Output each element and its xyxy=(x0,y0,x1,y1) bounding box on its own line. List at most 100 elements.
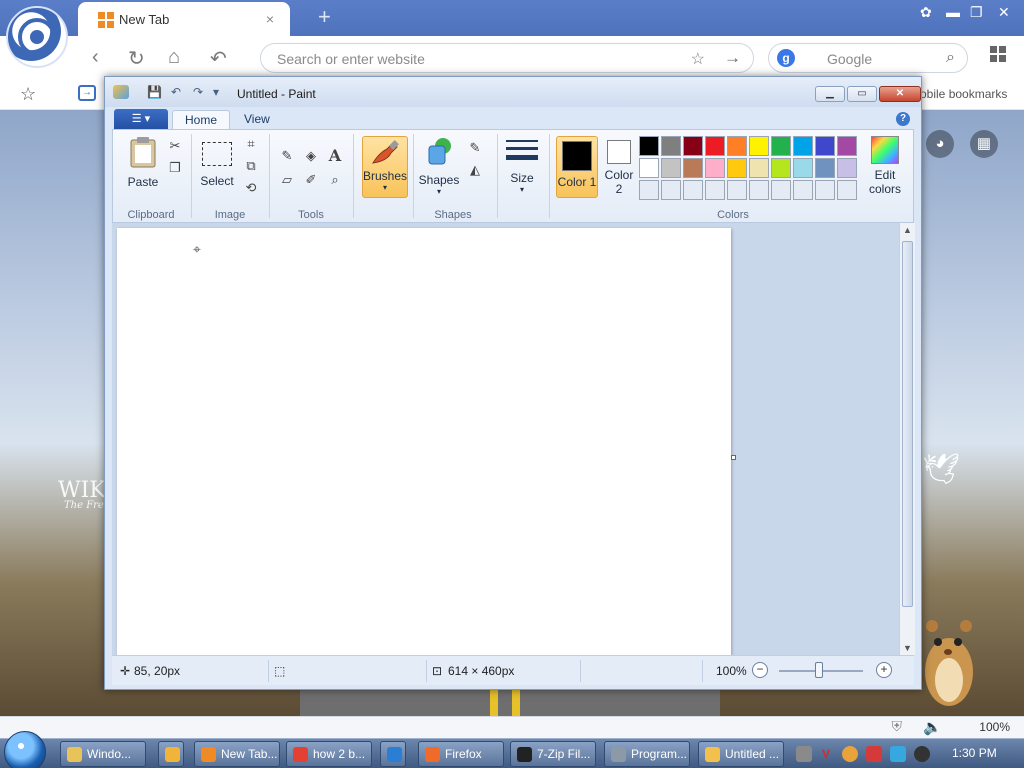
taskbar-item[interactable] xyxy=(380,741,406,767)
paint-menu-button[interactable]: ☰ ▾ xyxy=(114,109,168,129)
custom-color-slot[interactable] xyxy=(639,180,659,200)
back-icon[interactable]: ‹ xyxy=(92,46,99,69)
tab-home[interactable]: Home xyxy=(172,110,231,130)
browser-logo[interactable] xyxy=(6,6,68,68)
palette-icon[interactable]: ◕ xyxy=(926,130,954,158)
palette-swatch[interactable] xyxy=(683,158,703,178)
scroll-up-icon[interactable]: ▲ xyxy=(903,225,912,235)
resize-icon[interactable]: ⧉ xyxy=(241,156,261,176)
palette-swatch[interactable] xyxy=(683,136,703,156)
palette-swatch[interactable] xyxy=(837,158,857,178)
taskbar-item[interactable]: Program... xyxy=(604,741,690,767)
grid-menu-icon[interactable]: ▦ xyxy=(970,130,998,158)
taskbar-item[interactable]: how 2 b... xyxy=(286,741,372,767)
fill-shape-icon[interactable]: ◭ xyxy=(465,160,485,180)
palette-swatch[interactable] xyxy=(661,158,681,178)
redo-icon[interactable]: ↷ xyxy=(193,85,203,99)
twitter-icon[interactable]: 🕊 xyxy=(922,452,960,487)
custom-color-slot[interactable] xyxy=(771,180,791,200)
outline-icon[interactable]: ✎ xyxy=(465,138,485,158)
palette-swatch[interactable] xyxy=(793,158,813,178)
home-icon[interactable]: ⌂ xyxy=(168,46,180,69)
browser-skin-icon[interactable]: ✿ xyxy=(920,4,932,21)
color2-button[interactable]: Color 2 xyxy=(602,136,636,198)
custom-color-slot[interactable] xyxy=(683,180,703,200)
palette-swatch[interactable] xyxy=(705,158,725,178)
palette-swatch[interactable] xyxy=(749,136,769,156)
palette-swatch[interactable] xyxy=(837,136,857,156)
color-picker-icon[interactable]: ✐ xyxy=(301,170,321,190)
brushes-button[interactable]: Brushes ▾ xyxy=(362,136,408,198)
search-engine-box[interactable]: g Google ⌕ xyxy=(768,43,968,73)
custom-color-slot[interactable] xyxy=(793,180,813,200)
reload-icon[interactable]: ↻ xyxy=(128,46,145,71)
palette-swatch[interactable] xyxy=(639,136,659,156)
tab-new-tab[interactable]: New Tab × xyxy=(78,2,290,36)
browser-minimize-button[interactable]: ▬ xyxy=(946,4,960,20)
palette-swatch[interactable] xyxy=(749,158,769,178)
palette-swatch[interactable] xyxy=(771,136,791,156)
tray-flag-icon[interactable] xyxy=(866,746,882,762)
custom-color-slot[interactable] xyxy=(705,180,725,200)
new-tab-button[interactable]: + xyxy=(318,4,331,30)
tray-v-icon[interactable]: V xyxy=(818,746,834,762)
pencil-icon[interactable]: ✎ xyxy=(277,146,297,166)
apps-grid-icon[interactable] xyxy=(990,46,1006,62)
undo-icon[interactable]: ↶ xyxy=(171,85,181,99)
palette-swatch[interactable] xyxy=(815,158,835,178)
tray-app-icon[interactable] xyxy=(796,746,812,762)
go-arrow-icon[interactable]: → xyxy=(724,48,741,68)
rotate-icon[interactable]: ⟲ xyxy=(241,178,261,198)
address-bar[interactable]: Search or enter website ☆ → xyxy=(260,43,754,73)
clock[interactable]: 1:30 PM xyxy=(952,746,997,760)
palette-swatch[interactable] xyxy=(639,158,659,178)
bookmark-star-icon[interactable]: ☆ xyxy=(691,49,705,69)
paint-maximize-button[interactable]: ▭ xyxy=(847,86,877,102)
tray-media-icon[interactable] xyxy=(914,746,930,762)
paint-app-icon[interactable] xyxy=(113,85,129,99)
drawing-canvas[interactable] xyxy=(117,228,731,656)
browser-close-button[interactable]: ✕ xyxy=(998,4,1010,21)
save-icon[interactable]: 💾 xyxy=(147,85,162,99)
palette-swatch[interactable] xyxy=(727,136,747,156)
google-icon[interactable]: g xyxy=(777,49,795,67)
browser-restore-button[interactable]: ❐ xyxy=(970,4,983,21)
mobile-bookmarks-link[interactable]: obile bookmarks xyxy=(920,87,1007,101)
palette-swatch[interactable] xyxy=(771,158,791,178)
palette-swatch[interactable] xyxy=(705,136,725,156)
custom-color-slot[interactable] xyxy=(727,180,747,200)
palette-swatch[interactable] xyxy=(727,158,747,178)
paste-button[interactable]: Paste xyxy=(121,136,165,189)
custom-color-slot[interactable] xyxy=(661,180,681,200)
vertical-scrollbar[interactable]: ▲ ▼ xyxy=(899,223,915,655)
taskbar-item[interactable]: Untitled ... xyxy=(698,741,784,767)
zoom-slider-thumb[interactable] xyxy=(815,662,823,678)
palette-swatch[interactable] xyxy=(661,136,681,156)
crop-icon[interactable]: ⌗ xyxy=(241,134,261,154)
import-bookmarks-icon[interactable]: → xyxy=(78,85,96,101)
scroll-thumb[interactable] xyxy=(902,241,913,607)
fill-icon[interactable]: ◈ xyxy=(301,146,321,166)
hamster-mascot-icon[interactable] xyxy=(918,612,980,712)
cut-icon[interactable]: ✂ xyxy=(165,136,185,156)
text-icon[interactable]: A xyxy=(325,146,345,166)
magnifier-icon[interactable]: ⌕ xyxy=(325,170,345,190)
scroll-down-icon[interactable]: ▼ xyxy=(903,643,912,653)
shield-icon[interactable]: ⛨ xyxy=(892,718,903,735)
search-icon[interactable]: ⌕ xyxy=(946,49,955,67)
color1-button[interactable]: Color 1 xyxy=(556,136,598,198)
start-button[interactable] xyxy=(4,731,46,768)
copy-icon[interactable]: ❐ xyxy=(165,158,185,178)
custom-color-slot[interactable] xyxy=(837,180,857,200)
shapes-button[interactable]: Shapes ▾ xyxy=(417,136,461,196)
paint-minimize-button[interactable]: ▁ xyxy=(815,86,845,102)
canvas-resize-handle[interactable] xyxy=(731,455,736,460)
undo-close-icon[interactable]: ↶ xyxy=(210,46,227,71)
tab-view[interactable]: View xyxy=(232,110,282,130)
taskbar-item[interactable]: New Tab... xyxy=(194,741,280,767)
customize-quick-access-icon[interactable]: ▾ xyxy=(213,85,219,99)
taskbar-item[interactable]: Firefox xyxy=(418,741,504,767)
browser-zoom[interactable]: 100% xyxy=(979,720,1010,734)
bookmarks-star-icon[interactable]: ☆ xyxy=(20,84,36,105)
eraser-icon[interactable]: ▱ xyxy=(277,170,297,190)
